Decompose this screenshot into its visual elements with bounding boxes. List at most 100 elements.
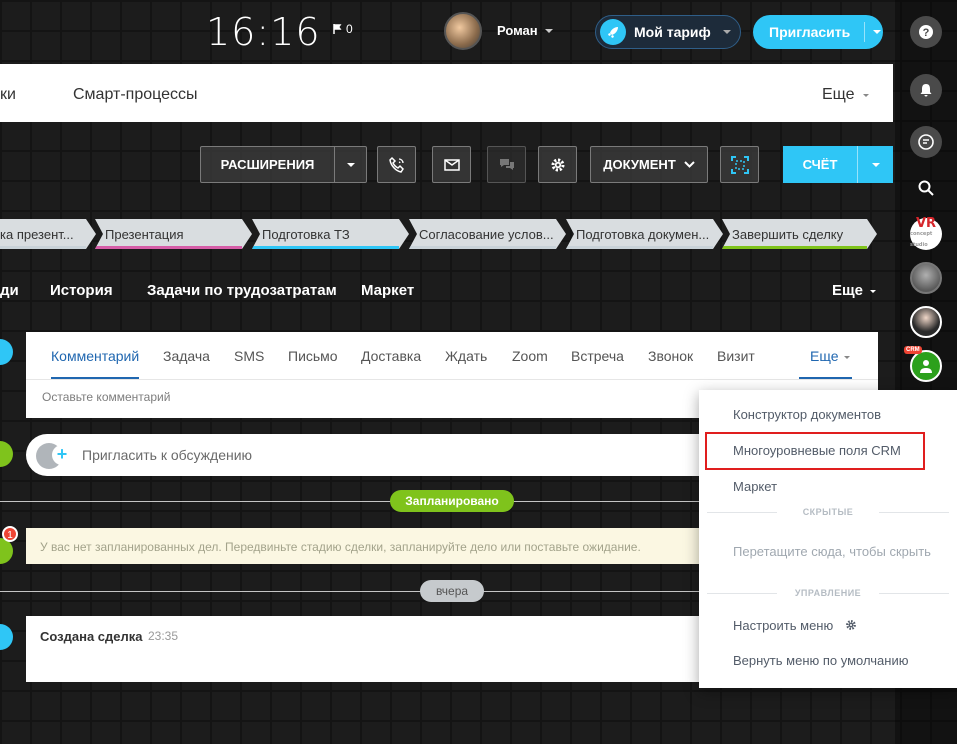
invite-discussion-label: Пригласить к обсуждению	[82, 447, 253, 463]
user-name: Роман	[497, 23, 538, 38]
tab-history[interactable]: История	[50, 282, 113, 299]
chevron-down-icon[interactable]	[857, 146, 893, 183]
flag-counter[interactable]: 0	[333, 22, 353, 36]
editor-tab-sms[interactable]: SMS	[234, 348, 264, 364]
stage-line	[95, 246, 242, 249]
bell-icon[interactable]	[910, 74, 942, 106]
menu-item-doc-builder[interactable]: Конструктор документов	[733, 407, 881, 422]
menu-item-configure[interactable]: Настроить меню	[733, 618, 857, 633]
stage-item[interactable]: Завершить сделку	[722, 219, 877, 249]
top-tab-bar: ки Смарт-процессы Еще	[0, 64, 893, 122]
timeline-history-dot	[0, 624, 13, 650]
help-icon[interactable]: ?	[910, 16, 942, 48]
messenger-button[interactable]	[487, 146, 526, 183]
highlight-box	[705, 432, 925, 470]
vr-logo-sub: concept studio	[910, 230, 933, 248]
stage-item[interactable]: Подготовка докумен...	[566, 219, 723, 249]
bill-button[interactable]: СЧЁТ	[783, 146, 893, 183]
editor-tab-call[interactable]: Звонок	[648, 348, 693, 364]
chevron-down-icon	[544, 28, 553, 33]
phone-button[interactable]	[377, 146, 416, 183]
email-button[interactable]	[432, 146, 471, 183]
scan-frame-icon	[730, 155, 749, 174]
scan-button[interactable]	[720, 146, 759, 183]
editor-tab-visit[interactable]: Визит	[717, 348, 755, 364]
menu-item-market[interactable]: Маркет	[733, 479, 777, 494]
stage-item[interactable]: Подготовка ТЗ	[252, 219, 409, 249]
configure-label: Настроить меню	[733, 618, 834, 633]
tab-more[interactable]: Еще	[832, 282, 877, 299]
tab-more-label: Еще	[822, 86, 855, 103]
editor-tab-more[interactable]: Еще	[810, 348, 851, 364]
stage-label: Подготовка ТЗ	[262, 226, 350, 242]
section-hidden: СКРЫТЫЕ	[699, 507, 957, 517]
bill-label: СЧЁТ	[802, 157, 838, 172]
tab-more-label: Еще	[832, 282, 864, 299]
tab-more[interactable]: Еще	[822, 86, 869, 104]
invite-button[interactable]: Пригласить	[753, 15, 883, 49]
history-item: Создана сделка 23:35	[26, 616, 716, 682]
editor-tab-comment[interactable]: Комментарий	[51, 348, 139, 364]
invite-label: Пригласить	[769, 24, 851, 40]
crm-tag: CRM	[904, 346, 922, 354]
search-icon[interactable]	[910, 172, 942, 204]
settings-button[interactable]	[538, 146, 577, 183]
divider	[864, 22, 866, 42]
editor-tab-meeting[interactable]: Встреча	[571, 348, 624, 364]
tab-tasks-labor[interactable]: Задачи по трудозатратам	[147, 282, 337, 299]
contact-avatar[interactable]	[910, 306, 942, 338]
tab-market[interactable]: Маркет	[361, 282, 414, 299]
rocket-icon	[600, 19, 626, 45]
my-tariff-button[interactable]: Мой тариф	[595, 15, 741, 49]
chevron-down-icon	[684, 161, 695, 168]
timeline-comment-dot	[0, 339, 13, 365]
divider	[26, 379, 878, 380]
editor-tab-delivery[interactable]: Доставка	[361, 348, 421, 364]
tab-partial[interactable]: ди	[0, 282, 19, 299]
invite-discussion-field[interactable]: + Пригласить к обсуждению	[26, 434, 726, 476]
drag-hint: Перетащите сюда, чтобы скрыть	[733, 544, 931, 559]
flag-icon	[333, 24, 342, 34]
stage-line	[252, 246, 399, 249]
chat-icon[interactable]	[910, 126, 942, 158]
stage-item[interactable]: ка презент...	[0, 219, 96, 249]
extensions-button[interactable]: РАСШИРЕНИЯ	[200, 146, 367, 183]
editor-tab-zoom[interactable]: Zoom	[512, 348, 548, 364]
gear-icon	[845, 620, 856, 630]
stage-line	[566, 246, 713, 249]
chevron-down-icon	[862, 93, 869, 97]
empty-planned-box: У вас нет запланированных дел. Передвинь…	[26, 528, 706, 564]
history-item-time: 23:35	[148, 629, 179, 643]
timeline-invite-dot	[0, 441, 13, 467]
vr-studio-logo[interactable]: VR concept studio	[910, 217, 942, 250]
stage-label: Подготовка докумен...	[576, 226, 710, 242]
stage-line	[722, 246, 867, 249]
user-avatar[interactable]	[444, 12, 482, 50]
editor-more-label: Еще	[810, 348, 839, 364]
editor-tab-task[interactable]: Задача	[163, 348, 210, 364]
clock: 16:16	[206, 10, 321, 54]
editor-tab-letter[interactable]: Письмо	[288, 348, 338, 364]
document-button[interactable]: ДОКУМЕНТ	[590, 146, 708, 183]
tariff-label: Мой тариф	[634, 24, 711, 40]
stage-label: Завершить сделку	[732, 226, 844, 242]
counter-badge: 1	[2, 526, 18, 542]
stage-item[interactable]: Согласование услов...	[409, 219, 566, 249]
comment-input[interactable]: Оставьте комментарий	[42, 390, 170, 404]
menu-item-reset[interactable]: Вернуть меню по умолчанию	[733, 653, 908, 668]
yesterday-badge: вчера	[420, 580, 484, 602]
stage-item[interactable]: Презентация	[95, 219, 252, 249]
chevron-down-icon	[873, 30, 882, 34]
user-menu[interactable]: Роман	[497, 23, 553, 38]
chevron-down-icon[interactable]	[334, 147, 366, 182]
contact-avatar[interactable]	[910, 262, 942, 294]
document-label: ДОКУМЕНТ	[603, 157, 676, 172]
editor-tab-wait[interactable]: Ждать	[445, 348, 487, 364]
more-tab-underline	[799, 377, 852, 379]
speech-bubbles-icon	[499, 158, 514, 170]
tab-partial[interactable]: ки	[0, 86, 16, 104]
stage-label: ка презент...	[0, 226, 74, 242]
tab-smart-processes[interactable]: Смарт-процессы	[73, 86, 198, 104]
chevron-down-icon	[844, 355, 851, 359]
crm-user-avatar[interactable]	[910, 350, 942, 382]
